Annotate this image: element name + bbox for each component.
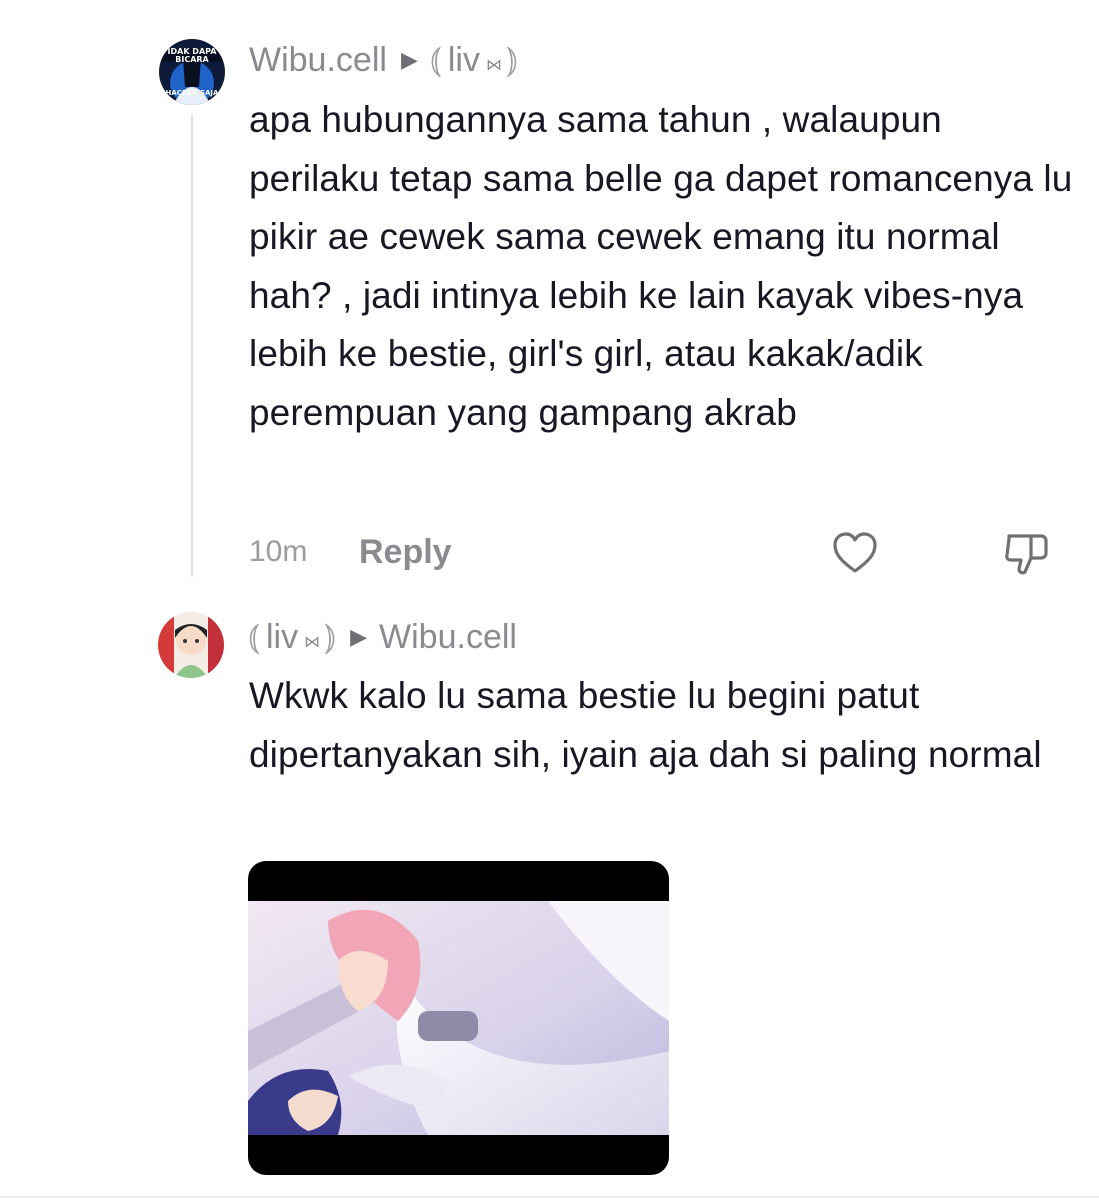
comment-actions: 10m Reply	[249, 530, 1059, 580]
heart-outline-icon[interactable]	[831, 530, 879, 584]
avatar-wibu-cell[interactable]: IDAK DAPA BICARA HACKER SAJA	[159, 39, 225, 105]
anime-illustration	[248, 901, 669, 1135]
avatar-caption-line-2: BICARA	[175, 55, 209, 64]
bow-icon: ⋈	[304, 631, 321, 651]
avatar-liv[interactable]	[158, 612, 224, 678]
author-name[interactable]: Wibu.cell	[249, 41, 387, 80]
triangle-right-icon: ▶	[400, 47, 418, 72]
avatar-caption-line-3: HACKER SAJA	[166, 89, 220, 97]
reply-to-user[interactable]: ⦅ liv ⋈ ⦆	[430, 39, 518, 81]
bracket-left-icon: ⦅	[429, 39, 442, 80]
thread-line	[191, 115, 193, 577]
author-name-text: liv	[266, 617, 299, 656]
bracket-left-icon: ⦅	[248, 616, 260, 657]
reply-button[interactable]: Reply	[359, 533, 452, 572]
divider	[0, 1196, 1099, 1198]
triangle-right-icon: ▶	[350, 624, 368, 649]
bow-icon: ⋈	[485, 54, 502, 74]
comment-text: apa hubungannya sama tahun , walaupun pe…	[249, 99, 1073, 433]
comment-time: 10m	[249, 535, 308, 568]
thumbs-down-outline-icon[interactable]	[1001, 530, 1051, 586]
bracket-right-icon: ⦆	[505, 39, 518, 80]
comment-header: Wibu.cell ▶ ⦅ liv ⋈ ⦆	[249, 39, 518, 81]
reply-to-user[interactable]: Wibu.cell	[379, 618, 517, 657]
comment-text: Wkwk kalo lu sama bestie lu begini patut…	[249, 675, 1042, 775]
comment-header: ⦅ liv ⋈ ⦆ ▶ Wibu.cell	[248, 616, 517, 658]
bracket-right-icon: ⦆	[324, 616, 337, 657]
comment-image[interactable]	[248, 861, 669, 1175]
reply-to-name: liv	[447, 40, 480, 79]
author-name[interactable]: ⦅ liv ⋈ ⦆	[248, 616, 336, 658]
